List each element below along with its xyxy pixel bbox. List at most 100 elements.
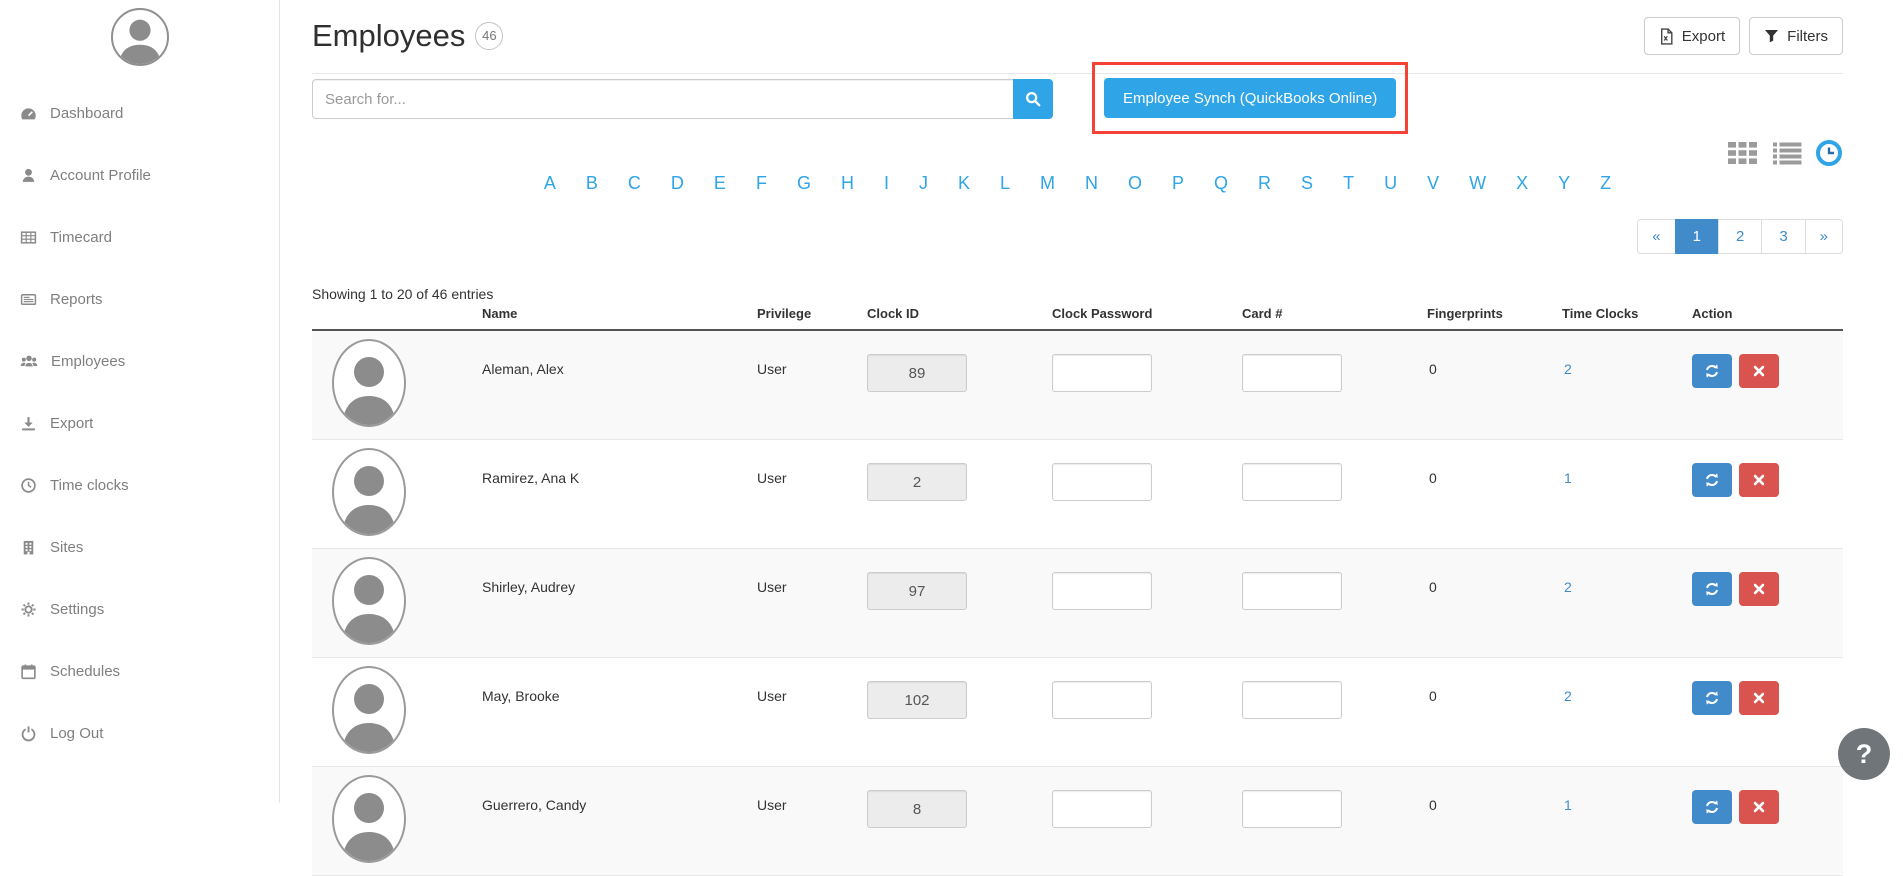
sync-employee-button[interactable] <box>1692 681 1732 715</box>
card-number-input[interactable] <box>1242 790 1342 828</box>
sidebar-item-settings[interactable]: Settings <box>0 578 279 640</box>
clock-password-input[interactable] <box>1052 354 1152 392</box>
clock-id-input[interactable] <box>867 790 967 828</box>
filters-button-label: Filters <box>1787 28 1828 45</box>
pagination-prev-button[interactable]: « <box>1637 219 1675 254</box>
x-icon <box>1752 800 1766 814</box>
sync-employee-button[interactable] <box>1692 572 1732 606</box>
card-number-input[interactable] <box>1242 354 1342 392</box>
clock-id-input[interactable] <box>867 463 967 501</box>
fingerprints-count: 0 <box>1415 331 1550 377</box>
sidebar-item-sites[interactable]: Sites <box>0 516 279 578</box>
delete-employee-button[interactable] <box>1739 790 1779 824</box>
pagination-page-2[interactable]: 2 <box>1718 219 1762 254</box>
clock-password-input[interactable] <box>1052 572 1152 610</box>
help-button[interactable]: ? <box>1838 728 1890 780</box>
entries-summary: Showing 1 to 20 of 46 entries <box>312 286 1843 302</box>
sidebar-item-label: Reports <box>50 291 103 308</box>
card-number-input[interactable] <box>1242 681 1342 719</box>
sidebar-item-log-out[interactable]: Log Out <box>0 702 279 764</box>
alphabet-letter-S[interactable]: S <box>1301 173 1313 194</box>
column-header-clock-id: Clock ID <box>855 306 1040 321</box>
profile-avatar[interactable] <box>111 8 169 66</box>
list-view-icon[interactable] <box>1772 141 1802 165</box>
pagination-page-3[interactable]: 3 <box>1761 219 1805 254</box>
alphabet-letter-U[interactable]: U <box>1384 173 1397 194</box>
delete-employee-button[interactable] <box>1739 681 1779 715</box>
clock-id-input[interactable] <box>867 354 967 392</box>
alphabet-letter-W[interactable]: W <box>1469 173 1486 194</box>
grid-view-icon[interactable] <box>1727 141 1759 165</box>
sidebar-item-time-clocks[interactable]: Time clocks <box>0 454 279 516</box>
alphabet-letter-X[interactable]: X <box>1516 173 1528 194</box>
sidebar-item-schedules[interactable]: Schedules <box>0 640 279 702</box>
alphabet-letter-E[interactable]: E <box>714 173 726 194</box>
sidebar-item-export[interactable]: Export <box>0 392 279 454</box>
time-clocks-link[interactable]: 1 <box>1550 440 1572 486</box>
card-number-input[interactable] <box>1242 463 1342 501</box>
pagination-next-button[interactable]: » <box>1805 219 1843 254</box>
alphabet-letter-G[interactable]: G <box>797 173 811 194</box>
alphabet-letter-M[interactable]: M <box>1040 173 1055 194</box>
time-clocks-link[interactable]: 2 <box>1550 549 1572 595</box>
alphabet-letter-A[interactable]: A <box>544 173 556 194</box>
employee-synch-button[interactable]: Employee Synch (QuickBooks Online) <box>1104 78 1396 118</box>
alphabet-letter-V[interactable]: V <box>1427 173 1439 194</box>
sidebar-item-reports[interactable]: Reports <box>0 268 279 330</box>
delete-employee-button[interactable] <box>1739 354 1779 388</box>
clock-password-input[interactable] <box>1052 790 1152 828</box>
table-row: Aleman, Alex User 0 2 <box>312 331 1843 440</box>
refresh-icon <box>1704 690 1720 706</box>
refresh-icon <box>1704 581 1720 597</box>
alphabet-letter-O[interactable]: O <box>1128 173 1142 194</box>
sidebar: Dashboard Account Profile Timecard Repor… <box>0 0 280 803</box>
clock-password-input[interactable] <box>1052 463 1152 501</box>
alphabet-letter-P[interactable]: P <box>1172 173 1184 194</box>
search-input[interactable] <box>312 79 1013 119</box>
column-header-clock-password: Clock Password <box>1040 306 1230 321</box>
delete-employee-button[interactable] <box>1739 463 1779 497</box>
alphabet-letter-N[interactable]: N <box>1085 173 1098 194</box>
person-silhouette-icon <box>334 341 404 425</box>
alphabet-letter-Z[interactable]: Z <box>1600 173 1611 194</box>
alphabet-letter-D[interactable]: D <box>671 173 684 194</box>
alphabet-letter-L[interactable]: L <box>1000 173 1010 194</box>
alphabet-letter-F[interactable]: F <box>756 173 767 194</box>
alphabet-letter-H[interactable]: H <box>841 173 854 194</box>
alphabet-letter-Y[interactable]: Y <box>1558 173 1570 194</box>
clock-password-input[interactable] <box>1052 681 1152 719</box>
sync-employee-button[interactable] <box>1692 463 1732 497</box>
export-button[interactable]: Export <box>1644 17 1740 55</box>
column-header-name: Name <box>470 306 745 321</box>
alphabet-letter-T[interactable]: T <box>1343 173 1354 194</box>
alphabet-letter-Q[interactable]: Q <box>1214 173 1228 194</box>
users-group-icon <box>20 353 38 370</box>
card-number-input[interactable] <box>1242 572 1342 610</box>
sidebar-item-dashboard[interactable]: Dashboard <box>0 82 279 144</box>
clock-id-input[interactable] <box>867 572 967 610</box>
employee-name: Guerrero, Candy <box>470 767 745 813</box>
delete-employee-button[interactable] <box>1739 572 1779 606</box>
building-icon <box>20 539 37 556</box>
sync-employee-button[interactable] <box>1692 790 1732 824</box>
sync-employee-button[interactable] <box>1692 354 1732 388</box>
search-button[interactable] <box>1013 79 1053 119</box>
alphabet-letter-B[interactable]: B <box>586 173 598 194</box>
time-clocks-link[interactable]: 1 <box>1550 767 1572 813</box>
funnel-icon <box>1764 28 1779 44</box>
sidebar-item-employees[interactable]: Employees <box>0 330 279 392</box>
alphabet-letter-I[interactable]: I <box>884 173 889 194</box>
pagination-page-1[interactable]: 1 <box>1675 219 1719 254</box>
time-clocks-link[interactable]: 2 <box>1550 658 1572 704</box>
clock-id-input[interactable] <box>867 681 967 719</box>
sidebar-item-timecard[interactable]: Timecard <box>0 206 279 268</box>
sidebar-item-account-profile[interactable]: Account Profile <box>0 144 279 206</box>
alphabet-letter-R[interactable]: R <box>1258 173 1271 194</box>
clock-view-icon[interactable] <box>1815 139 1843 167</box>
alphabet-letter-J[interactable]: J <box>919 173 928 194</box>
alphabet-letter-C[interactable]: C <box>628 173 641 194</box>
sidebar-item-label: Timecard <box>50 229 112 246</box>
time-clocks-link[interactable]: 2 <box>1550 331 1572 377</box>
filters-button[interactable]: Filters <box>1749 17 1843 55</box>
alphabet-letter-K[interactable]: K <box>958 173 970 194</box>
